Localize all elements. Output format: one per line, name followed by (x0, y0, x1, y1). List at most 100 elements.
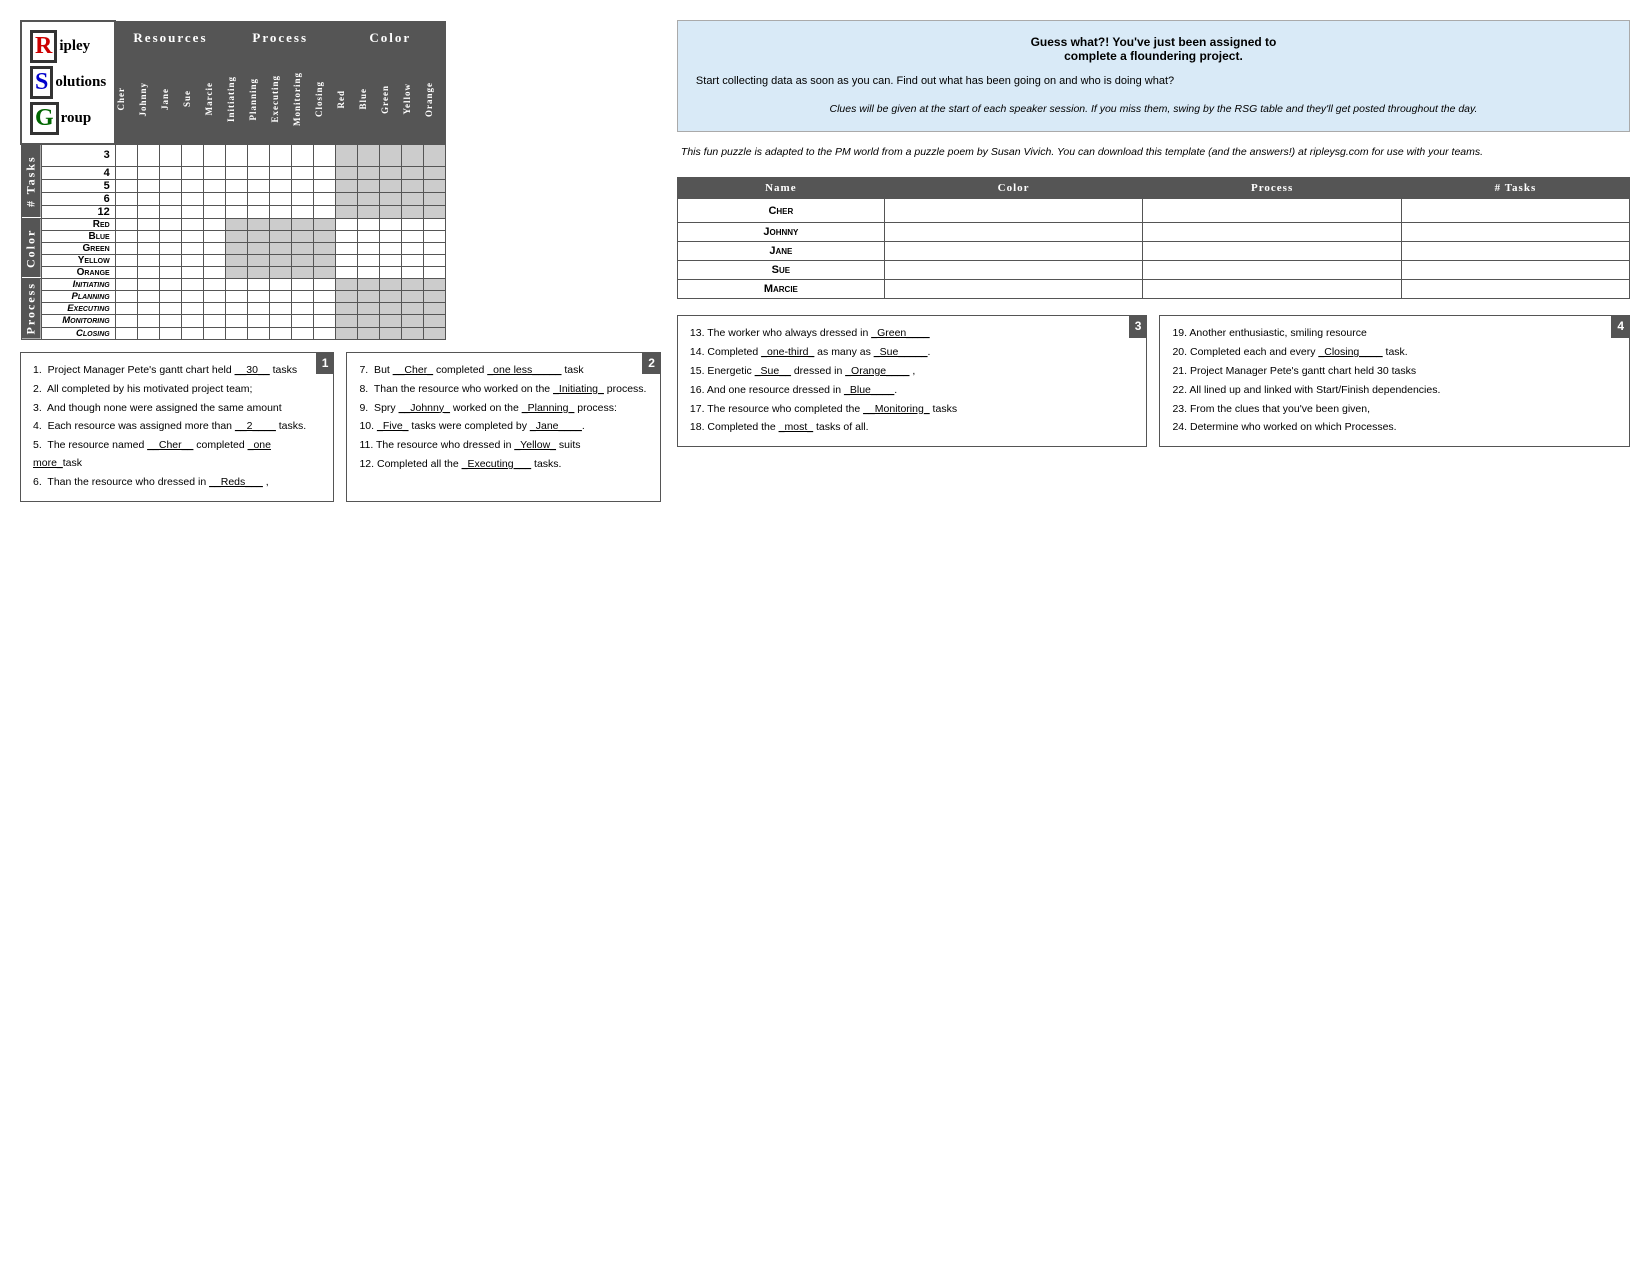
full-puzzle-table: R ipley S olutions G roup (20, 20, 446, 340)
section-label-tasks: # Tasks (21, 144, 41, 218)
sr-johnny: Johnny (677, 223, 1629, 242)
clue-1-6: 6. Than the resource who dressed in __Re… (33, 474, 321, 492)
clue-4-1: 19. Another enthusiastic, smiling resour… (1172, 325, 1617, 343)
sh-color: Color (884, 178, 1143, 199)
section-label-process: Process (21, 278, 41, 339)
table-row: Yellow (21, 254, 445, 266)
clue-4-2: 20. Completed each and every _Closing___… (1172, 344, 1617, 362)
clue-box-2: 2 7. But __Cher_ completed _one less____… (346, 352, 660, 502)
sr-marcie: Marcie (677, 280, 1629, 299)
row-label-yellow: Yellow (41, 254, 115, 266)
clue-4-5: 23. From the clues that you've been give… (1172, 401, 1617, 419)
col-h-initiating: Initiating (225, 54, 247, 144)
row-label-monitoring: Monitoring (41, 315, 115, 327)
row-label-3: 3 (41, 144, 115, 166)
clue-3-5: 17. The resource who completed the __Mon… (690, 401, 1135, 419)
row-label-initiating: Initiating (41, 278, 115, 290)
info-box-right: Guess what?! You've just been assigned t… (677, 20, 1630, 132)
stasks-johnny (1401, 223, 1629, 242)
row-label-planning: Planning (41, 290, 115, 302)
table-row: Blue (21, 230, 445, 242)
clue-2-2: 8. Than the resource who worked on the _… (359, 381, 647, 399)
stasks-jane (1401, 242, 1629, 261)
col-h-jane: Jane (159, 54, 181, 144)
sh-process: Process (1143, 178, 1402, 199)
clue-1-1: 1. Project Manager Pete's gantt chart he… (33, 362, 321, 380)
row-label-12: 12 (41, 205, 115, 218)
clues-34: 3 13. The worker who always dressed in _… (677, 315, 1630, 447)
row-label-5: 5 (41, 179, 115, 192)
table-row: 4 (21, 166, 445, 179)
sprocess-johnny (1143, 223, 1402, 242)
proc-header-full: Process (225, 21, 335, 54)
table-row: Orange (21, 266, 445, 278)
table-row: # Tasks 3 (21, 144, 445, 166)
sprocess-marcie (1143, 280, 1402, 299)
clue-4-6: 24. Determine who worked on which Proces… (1172, 419, 1617, 437)
stasks-cher (1401, 199, 1629, 223)
clue-2-6: 12. Completed all the _Executing___ task… (359, 456, 647, 474)
clue-box-1-number: 1 (316, 352, 335, 374)
col-h-johnny: Johnny (137, 54, 159, 144)
clue-box-4-number: 4 (1611, 315, 1630, 337)
stasks-marcie (1401, 280, 1629, 299)
col-h-sue: Sue (181, 54, 203, 144)
clue-box-4: 4 19. Another enthusiastic, smiling reso… (1159, 315, 1630, 447)
clue-1-2: 2. All completed by his motivated projec… (33, 381, 321, 399)
col-h-executing: Executing (269, 54, 291, 144)
sname-jane: Jane (677, 242, 884, 261)
info-italic-right: Clues will be given at the start of each… (696, 101, 1611, 118)
clue-3-6: 18. Completed the _most_ tasks of all. (690, 419, 1135, 437)
clue-2-3: 9. Spry __Johnny_ worked on the _Plannin… (359, 400, 647, 418)
table-row: Executing (21, 303, 445, 315)
row-label-6: 6 (41, 192, 115, 205)
sprocess-cher (1143, 199, 1402, 223)
col-h-closing: Closing (313, 54, 335, 144)
col-h-yellow: Yellow (401, 54, 423, 144)
sname-cher: Cher (677, 199, 884, 223)
table-row: Planning (21, 290, 445, 302)
logo-g-full: G (30, 102, 59, 135)
table-row: 12 (21, 205, 445, 218)
sh-name: Name (677, 178, 884, 199)
section-label-color: Color (21, 218, 41, 278)
table-row: Closing (21, 327, 445, 339)
col-h-cher: Cher (115, 54, 137, 144)
row-label-closing: Closing (41, 327, 115, 339)
col-h-monitoring: Monitoring (291, 54, 313, 144)
sname-sue: Sue (677, 261, 884, 280)
clue-box-1: 1 1. Project Manager Pete's gantt chart … (20, 352, 334, 502)
info-p1-right: Start collecting data as soon as you can… (696, 73, 1611, 91)
col-h-orange: Orange (423, 54, 445, 144)
clue-2-5: 11. The resource who dressed in _Yellow_… (359, 437, 647, 455)
row-label-blue: Blue (41, 230, 115, 242)
clue-box-3: 3 13. The worker who always dressed in _… (677, 315, 1148, 447)
clue-3-1: 13. The worker who always dressed in _Gr… (690, 325, 1135, 343)
logo-solutions-full: olutions (55, 74, 106, 91)
col-h-green: Green (379, 54, 401, 144)
clue-3-2: 14. Completed _one-third_ as many as _Su… (690, 344, 1135, 362)
sname-johnny: Johnny (677, 223, 884, 242)
scolor-sue (884, 261, 1143, 280)
color-header-full: Color (335, 21, 445, 54)
clue-4-4: 22. All lined up and linked with Start/F… (1172, 382, 1617, 400)
scolor-jane (884, 242, 1143, 261)
scolor-cher (884, 199, 1143, 223)
clue-box-3-number: 3 (1129, 315, 1148, 337)
sprocess-sue (1143, 261, 1402, 280)
clue-2-1: 7. But __Cher_ completed _one less_____ … (359, 362, 647, 380)
clue-1-3: 3. And though none were assigned the sam… (33, 400, 321, 418)
clue-1-5: 5. The resource named __Cher__ completed… (33, 437, 321, 473)
scolor-johnny (884, 223, 1143, 242)
summary-table-right: Name Color Process # Tasks Cher Johnny (677, 177, 1630, 299)
table-row: Process Initiating (21, 278, 445, 290)
clue-4-3: 21. Project Manager Pete's gantt chart h… (1172, 363, 1617, 381)
info-title-right: Guess what?! You've just been assigned t… (696, 35, 1611, 63)
table-row: Monitoring (21, 315, 445, 327)
stasks-sue (1401, 261, 1629, 280)
res-header-full: Resources (115, 21, 225, 54)
table-row: 5 (21, 179, 445, 192)
row-label-4: 4 (41, 166, 115, 179)
sr-sue: Sue (677, 261, 1629, 280)
sh-tasks: # Tasks (1401, 178, 1629, 199)
